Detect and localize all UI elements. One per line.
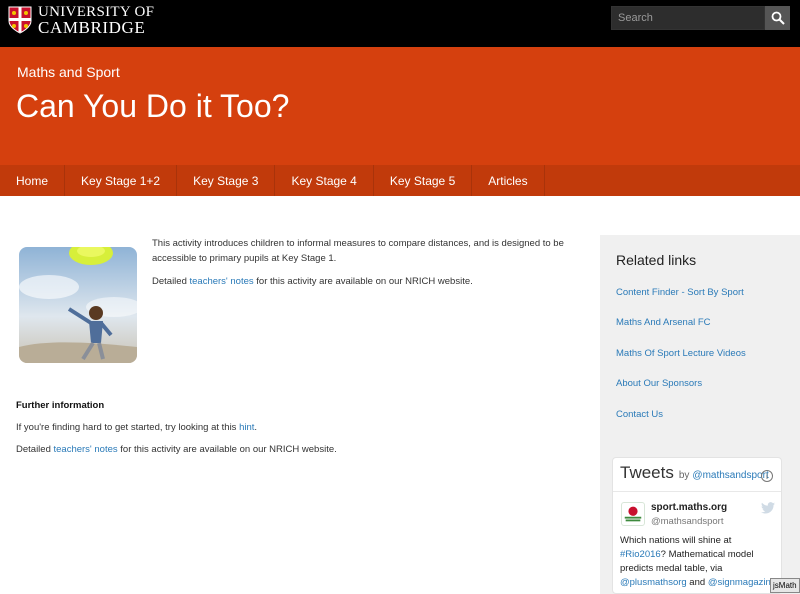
section-title: Maths and Sport: [17, 64, 120, 80]
hint-paragraph: If you're finding hard to get started, t…: [16, 422, 258, 433]
mention-link-signmagazine[interactable]: @signmagazine: [708, 577, 776, 588]
tweet-text: Which nations will shine at #Rio2016? Ma…: [620, 535, 777, 588]
nav-item-key-stage-1-2[interactable]: Key Stage 1+2: [65, 165, 178, 196]
related-link-sponsors[interactable]: About Our Sponsors: [616, 377, 786, 407]
search-box: [611, 6, 790, 30]
nav-item-home[interactable]: Home: [0, 165, 66, 196]
search-input[interactable]: [611, 6, 765, 30]
nav-item-articles[interactable]: Articles: [472, 165, 545, 196]
tweet-author-handle[interactable]: @mathsandsport: [651, 516, 723, 527]
related-link-content-finder[interactable]: Content Finder - Sort By Sport: [616, 286, 786, 316]
page-header: Maths and Sport Can You Do it Too?: [0, 47, 800, 165]
tweets-header: Tweets by @mathsandsport: [620, 463, 769, 483]
activity-thumbnail-image: [19, 247, 137, 363]
tweets-title: Tweets: [620, 463, 674, 482]
teachers-notes-link[interactable]: teachers' notes: [190, 276, 254, 287]
main-content: This activity introduces children to inf…: [0, 196, 600, 594]
university-logo[interactable]: UNIVERSITY OF CAMBRIDGE: [8, 5, 154, 37]
tweet-author-name[interactable]: sport.maths.org: [651, 502, 727, 513]
main-nav: Home Key Stage 1+2 Key Stage 3 Key Stage…: [0, 165, 800, 196]
twitter-widget: Tweets by @mathsandsport i sport.maths.o…: [612, 457, 782, 594]
nav-item-key-stage-4[interactable]: Key Stage 4: [275, 165, 374, 196]
twitter-bird-icon[interactable]: [761, 502, 775, 514]
tweets-by: by: [678, 470, 690, 481]
crest-icon: [8, 6, 32, 34]
tweets-account-link[interactable]: @mathsandsport: [692, 470, 768, 481]
notes-paragraph: Detailed teachers' notes for this activi…: [152, 276, 473, 287]
activity-intro: This activity introduces children to inf…: [152, 236, 572, 297]
search-button[interactable]: [765, 6, 790, 30]
related-link-contact[interactable]: Contact Us: [616, 408, 786, 438]
further-heading: Further information: [16, 400, 105, 411]
hint-link[interactable]: hint: [239, 422, 254, 433]
mention-link-plusmaths[interactable]: @plusmathsorg: [620, 577, 687, 588]
hashtag-link[interactable]: #Rio2016: [620, 549, 661, 560]
top-bar: UNIVERSITY OF CAMBRIDGE: [0, 0, 800, 47]
related-link-lecture-videos[interactable]: Maths Of Sport Lecture Videos: [616, 347, 786, 377]
nav-item-key-stage-3[interactable]: Key Stage 3: [177, 165, 276, 196]
search-icon: [771, 11, 785, 25]
jsmath-badge[interactable]: jsMath: [770, 578, 800, 593]
teachers-notes-link-2[interactable]: teachers' notes: [54, 444, 118, 455]
info-icon[interactable]: i: [761, 470, 773, 482]
intro-text: This activity introduces children to inf…: [152, 238, 564, 264]
related-link-arsenal[interactable]: Maths And Arsenal FC: [616, 316, 786, 346]
notes-paragraph-2: Detailed teachers' notes for this activi…: [16, 444, 337, 455]
avatar[interactable]: [621, 502, 645, 526]
related-links-title: Related links: [616, 252, 697, 268]
page-title: Can You Do it Too?: [16, 88, 290, 124]
divider: [613, 491, 781, 492]
logo-line-2: CAMBRIDGE: [38, 18, 146, 37]
nav-item-key-stage-5[interactable]: Key Stage 5: [374, 165, 473, 196]
further-information: Further information If you're finding ha…: [16, 399, 576, 465]
related-links-list: Content Finder - Sort By Sport Maths And…: [616, 286, 786, 438]
